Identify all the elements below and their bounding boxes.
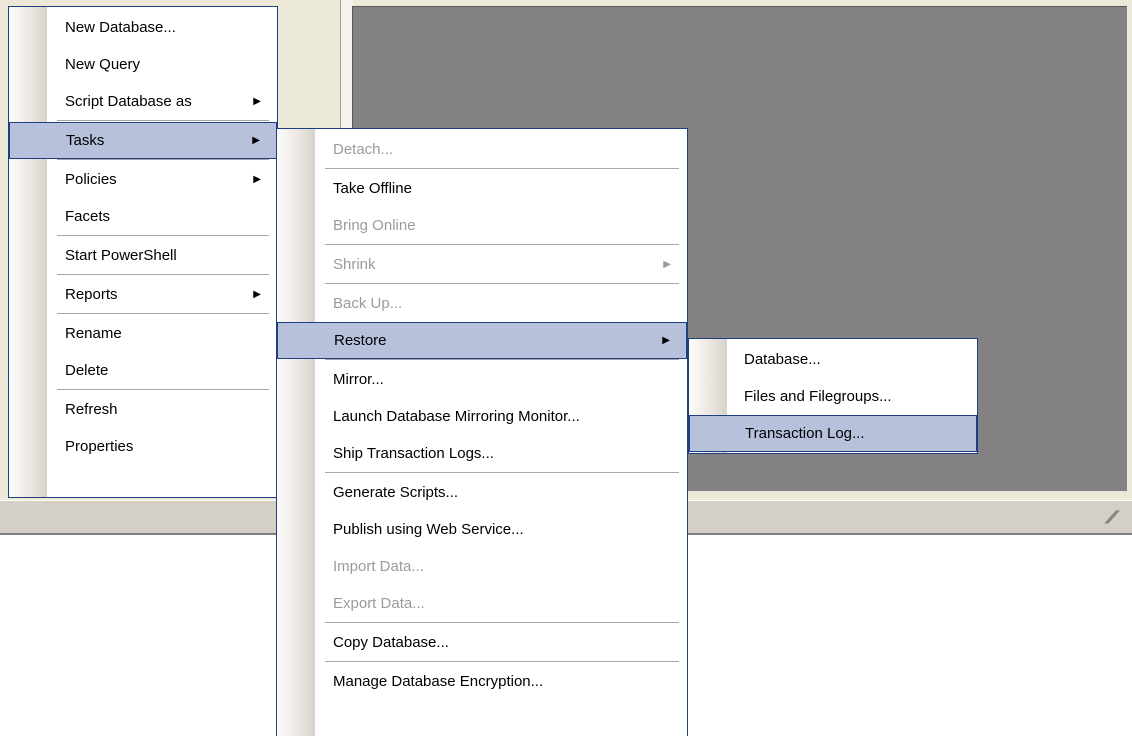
menu-item-take-offline[interactable]: Take Offline bbox=[277, 170, 687, 207]
menu-item-export-data: Export Data... bbox=[333, 595, 425, 612]
menu-item-bring-online: Bring Online bbox=[333, 217, 416, 234]
submenu-arrow-icon: ▶ bbox=[253, 96, 261, 107]
submenu-arrow-icon: ▶ bbox=[253, 174, 261, 185]
menu-item-restore-files-filegroups[interactable]: Files and Filegroups... bbox=[689, 378, 977, 415]
menu-item-restore[interactable]: Restore ▶ bbox=[277, 322, 687, 359]
menu-item-detach: Detach... bbox=[333, 141, 394, 158]
menu-item-delete[interactable]: Delete bbox=[9, 352, 277, 389]
menu-item-properties[interactable]: Properties bbox=[9, 428, 277, 465]
menu-item-shrink: Shrink ▶ bbox=[277, 246, 687, 283]
tasks-submenu: Detach... Take Offline Bring Online Shri… bbox=[276, 128, 688, 736]
menu-item-launch-mirroring-monitor[interactable]: Launch Database Mirroring Monitor... bbox=[277, 398, 687, 435]
menu-item-restore-transaction-log[interactable]: Transaction Log... bbox=[689, 415, 977, 452]
menu-item-rename[interactable]: Rename bbox=[9, 315, 277, 352]
menu-item-refresh[interactable]: Refresh bbox=[9, 391, 277, 428]
menu-item-restore-database[interactable]: Database... bbox=[689, 341, 977, 378]
database-context-menu: New Database... New Query Script Databas… bbox=[8, 6, 278, 498]
submenu-arrow-icon: ▶ bbox=[662, 335, 670, 346]
menu-item-facets[interactable]: Facets bbox=[9, 198, 277, 235]
submenu-arrow-icon: ▶ bbox=[253, 289, 261, 300]
menu-item-back-up: Back Up... bbox=[333, 295, 403, 312]
submenu-arrow-icon: ▶ bbox=[663, 259, 671, 270]
menu-item-policies[interactable]: Policies ▶ bbox=[9, 161, 277, 198]
restore-submenu: Database... Files and Filegroups... Tran… bbox=[688, 338, 978, 454]
menu-item-generate-scripts[interactable]: Generate Scripts... bbox=[277, 474, 687, 511]
menu-item-publish-web-service[interactable]: Publish using Web Service... bbox=[277, 511, 687, 548]
menu-item-copy-database[interactable]: Copy Database... bbox=[277, 624, 687, 661]
menu-item-script-database-as[interactable]: Script Database as ▶ bbox=[9, 83, 277, 120]
menu-item-mirror[interactable]: Mirror... bbox=[277, 361, 687, 398]
menu-item-tasks[interactable]: Tasks ▶ bbox=[9, 122, 277, 159]
menu-item-new-database[interactable]: New Database... bbox=[9, 9, 277, 46]
menu-item-ship-transaction-logs[interactable]: Ship Transaction Logs... bbox=[277, 435, 687, 472]
menu-item-manage-encryption[interactable]: Manage Database Encryption... bbox=[277, 663, 687, 700]
resize-grip-icon[interactable]: /// bbox=[1102, 507, 1130, 527]
submenu-arrow-icon: ▶ bbox=[252, 135, 260, 146]
menu-item-new-query[interactable]: New Query bbox=[9, 46, 277, 83]
menu-item-reports[interactable]: Reports ▶ bbox=[9, 276, 277, 313]
menu-item-start-powershell[interactable]: Start PowerShell bbox=[9, 237, 277, 274]
menu-item-import-data: Import Data... bbox=[333, 558, 424, 575]
